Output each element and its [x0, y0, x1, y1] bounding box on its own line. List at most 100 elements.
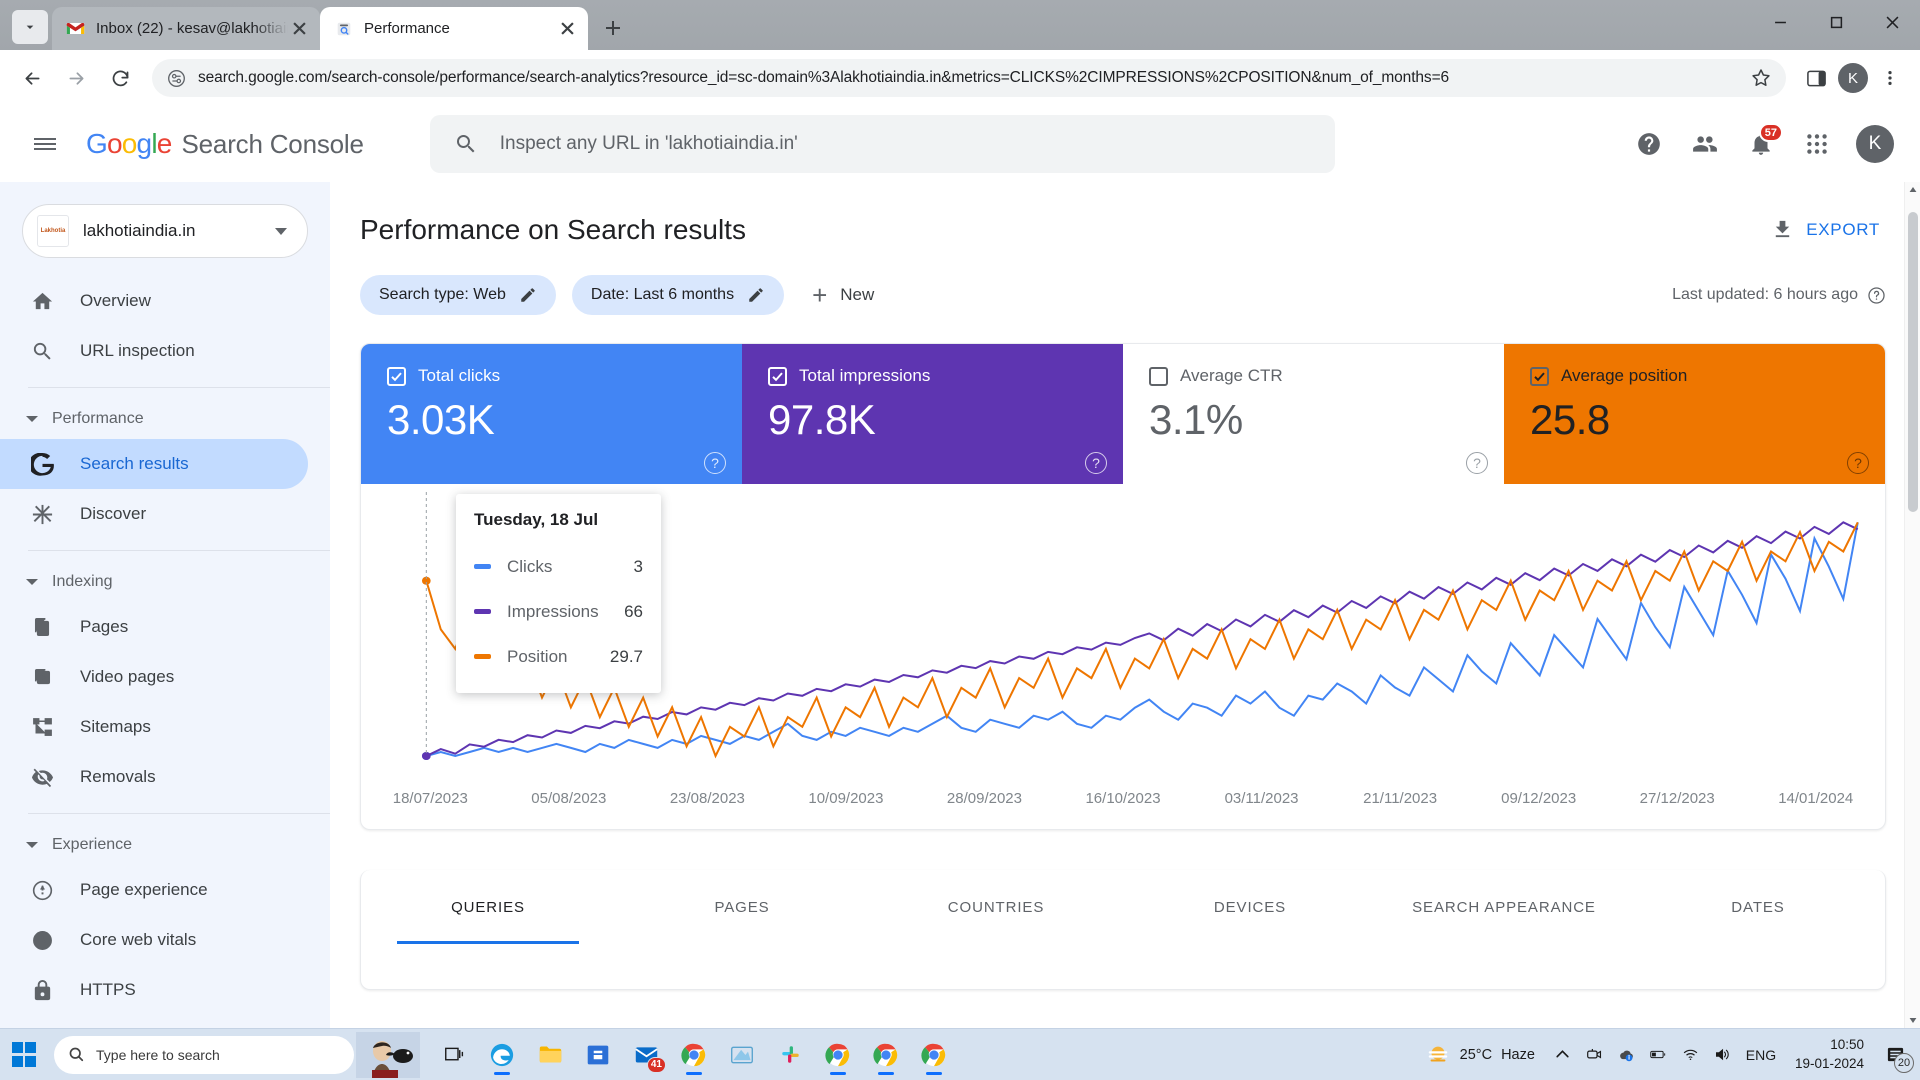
taskbar-edge-icon[interactable]	[480, 1033, 524, 1077]
metric-card-average-ctr[interactable]: Average CTR 3.1% ?	[1123, 344, 1504, 484]
onedrive-icon[interactable]	[1613, 1037, 1641, 1073]
camera-icon[interactable]	[1581, 1037, 1609, 1073]
sidebar-item-video-pages[interactable]: Video pages	[0, 652, 308, 702]
chart-x-axis: 18/07/202305/08/202323/08/202310/09/2023…	[361, 790, 1885, 807]
hamburger-menu-icon[interactable]	[22, 121, 68, 167]
minimize-icon[interactable]	[1752, 0, 1808, 44]
close-window-icon[interactable]	[1864, 0, 1920, 44]
dimension-tab-queries[interactable]: QUERIES	[361, 870, 615, 944]
taskbar-mail-icon[interactable]: 41	[624, 1033, 668, 1077]
wifi-icon[interactable]	[1677, 1037, 1705, 1073]
account-avatar[interactable]: K	[1856, 125, 1894, 163]
scroll-up-icon[interactable]	[1905, 182, 1920, 198]
help-icon[interactable]: ?	[1847, 452, 1869, 474]
help-icon[interactable]: ?	[704, 452, 726, 474]
google-apps-grid-icon[interactable]	[1792, 119, 1842, 169]
sidebar-item-discover[interactable]: Discover	[0, 489, 308, 539]
forward-icon[interactable]	[56, 58, 96, 98]
dimension-tab-countries[interactable]: COUNTRIES	[869, 870, 1123, 944]
dimension-tab-devices[interactable]: DEVICES	[1123, 870, 1377, 944]
maximize-icon[interactable]	[1808, 0, 1864, 44]
task-view-icon[interactable]	[432, 1033, 476, 1077]
address-bar[interactable]: search.google.com/search-console/perform…	[152, 59, 1786, 97]
sidebar-item-https[interactable]: HTTPS	[0, 965, 308, 1015]
dimension-tab-dates[interactable]: DATES	[1631, 870, 1885, 944]
google-search-console-logo[interactable]: Google Search Console	[86, 128, 364, 160]
chevron-down-icon[interactable]	[275, 228, 287, 235]
metric-checkbox-checked[interactable]	[387, 367, 406, 386]
taskbar-app-icon[interactable]	[720, 1033, 764, 1077]
sidebar-group-experience[interactable]: Experience	[0, 825, 330, 865]
browser-tab-performance[interactable]: Performance	[320, 7, 588, 50]
sidebar-group-indexing[interactable]: Indexing	[0, 562, 330, 602]
profile-avatar[interactable]: K	[1838, 63, 1868, 93]
tab-search-dropdown-button[interactable]	[12, 10, 48, 44]
metric-checkbox-unchecked[interactable]	[1149, 367, 1168, 386]
users-icon[interactable]	[1680, 119, 1730, 169]
site-settings-icon[interactable]	[166, 68, 186, 88]
header-actions: 57 K	[1624, 119, 1894, 169]
volume-icon[interactable]	[1709, 1037, 1737, 1073]
edit-pencil-icon	[519, 286, 537, 304]
filter-chip-date[interactable]: Date: Last 6 months	[572, 275, 784, 315]
weather-widget[interactable]: 25°C Haze	[1415, 1042, 1545, 1068]
sidebar-item-removals[interactable]: Removals	[0, 752, 308, 802]
help-icon[interactable]: ?	[1085, 452, 1107, 474]
start-button[interactable]	[0, 1033, 48, 1077]
taskbar-search-input[interactable]: Type here to search	[54, 1036, 354, 1074]
scroll-down-icon[interactable]	[1905, 1012, 1920, 1028]
browser-tab-gmail[interactable]: Inbox (22) - kesav@lakhotiaindi	[52, 7, 320, 50]
battery-icon[interactable]	[1645, 1037, 1673, 1073]
metric-card-total-impressions[interactable]: Total impressions 97.8K ?	[742, 344, 1123, 484]
taskbar-microsoft-store-icon[interactable]	[576, 1033, 620, 1077]
dimension-tab-search-appearance[interactable]: SEARCH APPEARANCE	[1377, 870, 1631, 944]
performance-line-chart[interactable]: 18/07/202305/08/202323/08/202310/09/2023…	[361, 484, 1885, 829]
sidebar-group-performance[interactable]: Performance	[0, 399, 330, 439]
metric-checkbox-checked[interactable]	[1530, 367, 1549, 386]
taskbar-slack-icon[interactable]	[768, 1033, 812, 1077]
search-highlight-image[interactable]	[356, 1032, 420, 1078]
back-icon[interactable]	[12, 58, 52, 98]
taskbar-clock[interactable]: 10:50 19-01-2024	[1785, 1036, 1874, 1072]
metric-checkbox-checked[interactable]	[768, 367, 787, 386]
video-pages-icon	[30, 665, 54, 689]
reload-icon[interactable]	[100, 58, 140, 98]
chrome-menu-icon[interactable]	[1872, 60, 1908, 96]
close-icon[interactable]	[556, 18, 578, 40]
notifications-bell-icon[interactable]: 57	[1736, 119, 1786, 169]
dimension-tab-pages[interactable]: PAGES	[615, 870, 869, 944]
taskbar-chrome-icon-4[interactable]	[912, 1033, 956, 1077]
x-axis-tick-label: 03/11/2023	[1192, 790, 1331, 807]
sidebar-item-sitemaps[interactable]: Sitemaps	[0, 702, 308, 752]
help-circle-icon[interactable]	[1867, 286, 1886, 305]
new-filter-button[interactable]: + New	[800, 282, 886, 308]
metric-card-total-clicks[interactable]: Total clicks 3.03K ?	[361, 344, 742, 484]
new-tab-button[interactable]	[596, 11, 630, 45]
property-selector[interactable]: Lakhotia lakhotiaindia.in	[22, 204, 308, 258]
notification-center-icon[interactable]: 20	[1878, 1035, 1912, 1075]
sidebar-item-overview[interactable]: Overview	[0, 276, 308, 326]
home-icon	[30, 289, 54, 313]
side-panel-icon[interactable]	[1798, 60, 1834, 96]
page-scrollbar[interactable]	[1904, 182, 1920, 1028]
taskbar-chrome-icon-2[interactable]	[816, 1033, 860, 1077]
export-button[interactable]: EXPORT	[1765, 210, 1886, 249]
url-inspection-search-bar[interactable]: Inspect any URL in 'lakhotiaindia.in'	[430, 115, 1335, 173]
sidebar-item-search-results[interactable]: Search results	[0, 439, 308, 489]
language-indicator[interactable]: ENG	[1741, 1037, 1781, 1073]
sidebar-item-page-experience[interactable]: Page experience	[0, 865, 308, 915]
sidebar-item-pages[interactable]: Pages	[0, 602, 308, 652]
sidebar-item-url-inspection[interactable]: URL inspection	[0, 326, 308, 376]
sidebar-item-core-web-vitals[interactable]: Core web vitals	[0, 915, 308, 965]
close-icon[interactable]	[288, 18, 310, 40]
taskbar-chrome-icon-3[interactable]	[864, 1033, 908, 1077]
help-icon[interactable]	[1624, 119, 1674, 169]
help-icon[interactable]: ?	[1466, 452, 1488, 474]
bookmark-star-icon[interactable]	[1750, 67, 1772, 89]
taskbar-file-explorer-icon[interactable]	[528, 1033, 572, 1077]
metric-card-average-position[interactable]: Average position 25.8 ?	[1504, 344, 1885, 484]
show-hidden-icons-chevron[interactable]	[1549, 1037, 1577, 1073]
filter-chip-search-type[interactable]: Search type: Web	[360, 275, 556, 315]
taskbar-chrome-icon-1[interactable]	[672, 1033, 716, 1077]
scrollbar-thumb[interactable]	[1908, 212, 1918, 512]
